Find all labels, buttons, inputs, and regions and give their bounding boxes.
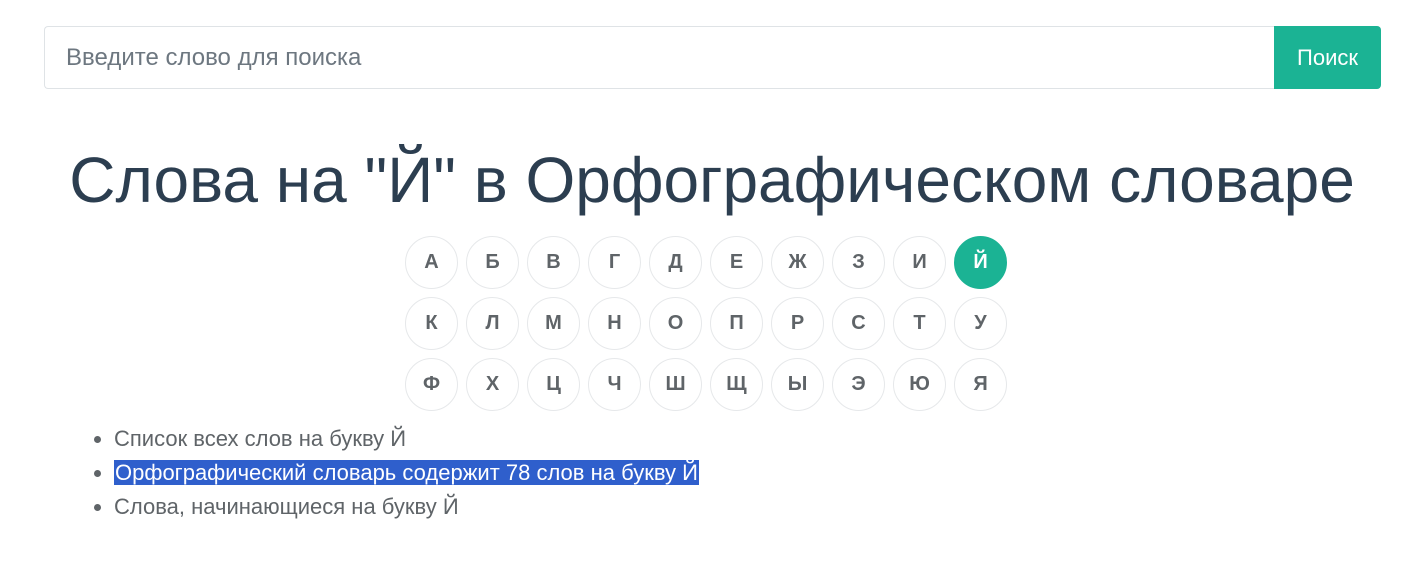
letter-link[interactable]: О [649, 297, 702, 350]
page: Поиск Слова на "Й" в Орфографическом сло… [0, 0, 1424, 561]
letter-link[interactable]: М [527, 297, 580, 350]
letter-link[interactable]: Ф [405, 358, 458, 411]
letter-link[interactable]: У [954, 297, 1007, 350]
list-item-text: Орфографический словарь содержит 78 слов… [114, 460, 699, 485]
letter-link[interactable]: С [832, 297, 885, 350]
letter-link[interactable]: Л [466, 297, 519, 350]
letter-link[interactable]: И [893, 236, 946, 289]
letter-link[interactable]: Я [954, 358, 1007, 411]
letter-link[interactable]: Ы [771, 358, 824, 411]
list-item-text: Список всех слов на букву Й [114, 426, 407, 451]
search-input[interactable] [44, 26, 1274, 89]
info-list: Список всех слов на букву Й Орфографическ… [114, 422, 699, 524]
alphabet-nav: АБВГДЕЖЗИЙ КЛМНОПРСТУ ФХЦЧШЩЫЭЮЯ [405, 236, 1020, 411]
letter-link[interactable]: Д [649, 236, 702, 289]
letter-link[interactable]: Г [588, 236, 641, 289]
letter-link[interactable]: П [710, 297, 763, 350]
letter-link[interactable]: Ш [649, 358, 702, 411]
letter-link[interactable]: В [527, 236, 580, 289]
letter-link[interactable]: Ж [771, 236, 824, 289]
letter-link[interactable]: Ю [893, 358, 946, 411]
letter-link[interactable]: Й [954, 236, 1007, 289]
list-item-text: Слова, начинающиеся на букву Й [114, 494, 459, 519]
page-title: Слова на "Й" в Орфографическом словаре [69, 144, 1355, 216]
letter-link[interactable]: З [832, 236, 885, 289]
letter-link[interactable]: Н [588, 297, 641, 350]
letter-link[interactable]: Б [466, 236, 519, 289]
list-item: Орфографический словарь содержит 78 слов… [114, 456, 699, 490]
search-bar: Поиск [44, 26, 1381, 89]
letter-link[interactable]: Х [466, 358, 519, 411]
letter-link[interactable]: Е [710, 236, 763, 289]
letter-link[interactable]: Ч [588, 358, 641, 411]
letter-link[interactable]: Щ [710, 358, 763, 411]
letter-link[interactable]: Т [893, 297, 946, 350]
list-item: Список всех слов на букву Й [114, 422, 699, 456]
letter-link[interactable]: Э [832, 358, 885, 411]
letter-link[interactable]: А [405, 236, 458, 289]
letter-link[interactable]: Р [771, 297, 824, 350]
list-item: Слова, начинающиеся на букву Й [114, 490, 699, 524]
letter-link[interactable]: Ц [527, 358, 580, 411]
letter-link[interactable]: К [405, 297, 458, 350]
search-button[interactable]: Поиск [1274, 26, 1381, 89]
